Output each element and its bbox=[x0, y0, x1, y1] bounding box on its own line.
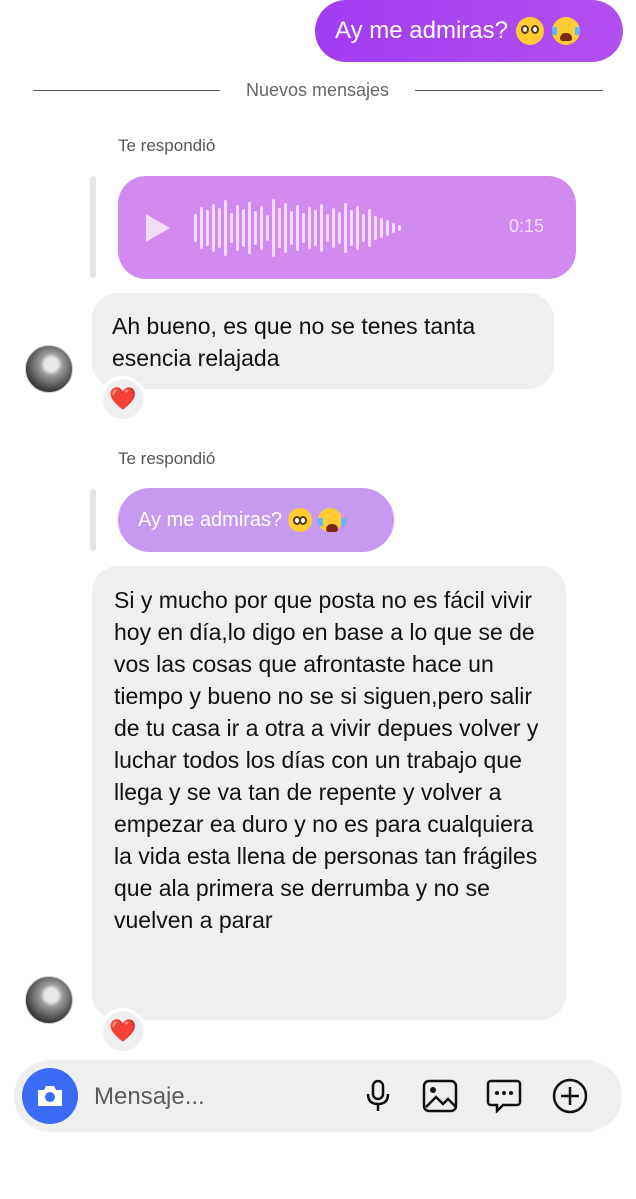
message-text: Ah bueno, es que no se tenes tanta esenc… bbox=[112, 313, 476, 371]
reaction-emoji: ❤️ bbox=[109, 386, 137, 411]
waveform-bar bbox=[320, 203, 323, 252]
waveform-bar bbox=[398, 224, 401, 231]
waveform-bar bbox=[290, 210, 293, 245]
avatar[interactable] bbox=[25, 345, 73, 393]
camera-button[interactable] bbox=[22, 1068, 78, 1124]
message-input[interactable] bbox=[92, 1082, 356, 1112]
waveform-bar bbox=[194, 213, 197, 242]
new-messages-divider: Nuevos mensajes bbox=[245, 80, 390, 100]
waveform-bar bbox=[278, 207, 281, 248]
waveform-bar bbox=[308, 206, 311, 249]
divider-line-left bbox=[33, 90, 220, 91]
waveform-bar bbox=[362, 213, 365, 242]
waveform-bar bbox=[326, 213, 329, 242]
microphone-button[interactable] bbox=[358, 1076, 398, 1116]
waveform-bar bbox=[332, 207, 335, 248]
heart-reaction-icon[interactable]: ❤️ bbox=[100, 376, 146, 422]
microphone-icon bbox=[366, 1079, 390, 1111]
outgoing-message-text: Ay me admiras? bbox=[335, 17, 508, 44]
divider-line-right bbox=[415, 90, 603, 91]
waveform-bar bbox=[254, 210, 257, 245]
waveform-bar bbox=[350, 209, 353, 246]
waveform-bar bbox=[242, 208, 245, 247]
waveform-bar bbox=[200, 206, 203, 249]
waveform-bar bbox=[386, 219, 389, 236]
crying-face-icon bbox=[318, 508, 347, 532]
audio-duration: 0:15 bbox=[509, 216, 545, 236]
heart-reaction-icon[interactable]: ❤️ bbox=[100, 1008, 146, 1054]
reply-label: Te respondió bbox=[118, 136, 216, 155]
reaction-emoji: ❤️ bbox=[109, 1018, 137, 1043]
waveform-bar bbox=[248, 201, 251, 254]
waveform-bar bbox=[374, 215, 377, 240]
waveform-bar bbox=[344, 202, 347, 253]
waveform-bar bbox=[302, 212, 305, 243]
waveform-bar bbox=[224, 199, 227, 256]
pleading-face-icon bbox=[288, 508, 313, 532]
quoted-message[interactable]: Ay me admiras? bbox=[118, 488, 394, 552]
crying-face-icon bbox=[551, 17, 580, 45]
waveform-bar bbox=[236, 204, 239, 251]
gallery-button[interactable] bbox=[420, 1076, 460, 1116]
waveform-bar bbox=[272, 198, 275, 257]
waveform-bar bbox=[260, 205, 263, 250]
waveform-bar bbox=[356, 205, 359, 250]
waveform-bar bbox=[338, 211, 341, 244]
waveform-bar bbox=[368, 208, 371, 247]
audio-message[interactable]: 0:15 bbox=[118, 176, 576, 279]
message-composer bbox=[14, 1060, 622, 1132]
incoming-message[interactable]: Si y mucho por que posta no es fácil viv… bbox=[92, 566, 566, 1020]
sticker-icon bbox=[486, 1079, 522, 1113]
waveform-bar bbox=[284, 202, 287, 253]
sticker-button[interactable] bbox=[484, 1076, 524, 1116]
camera-icon bbox=[38, 1086, 62, 1106]
waveform-bar bbox=[206, 209, 209, 246]
reply-bar bbox=[90, 489, 96, 551]
message-text: Si y mucho por que posta no es fácil viv… bbox=[114, 587, 539, 933]
play-icon[interactable] bbox=[146, 214, 170, 242]
waveform-bar bbox=[218, 207, 221, 248]
incoming-message[interactable]: Ah bueno, es que no se tenes tanta esenc… bbox=[92, 293, 554, 389]
waveform-bar bbox=[296, 204, 299, 251]
quoted-message-text: Ay me admiras? bbox=[138, 508, 283, 531]
reply-label: Te respondió bbox=[118, 449, 216, 468]
waveform-bar bbox=[212, 203, 215, 252]
gallery-icon bbox=[422, 1079, 458, 1113]
add-icon bbox=[552, 1078, 588, 1114]
pleading-face-icon bbox=[515, 17, 544, 45]
waveform bbox=[194, 194, 534, 261]
outgoing-message[interactable]: Ay me admiras? bbox=[315, 0, 623, 62]
reply-bar bbox=[90, 176, 96, 278]
waveform-bar bbox=[230, 212, 233, 243]
avatar[interactable] bbox=[25, 976, 73, 1024]
waveform-bar bbox=[392, 222, 395, 233]
waveform-bar bbox=[266, 214, 269, 241]
waveform-bar bbox=[380, 217, 383, 238]
waveform-bar bbox=[314, 209, 317, 246]
add-button[interactable] bbox=[550, 1076, 590, 1116]
